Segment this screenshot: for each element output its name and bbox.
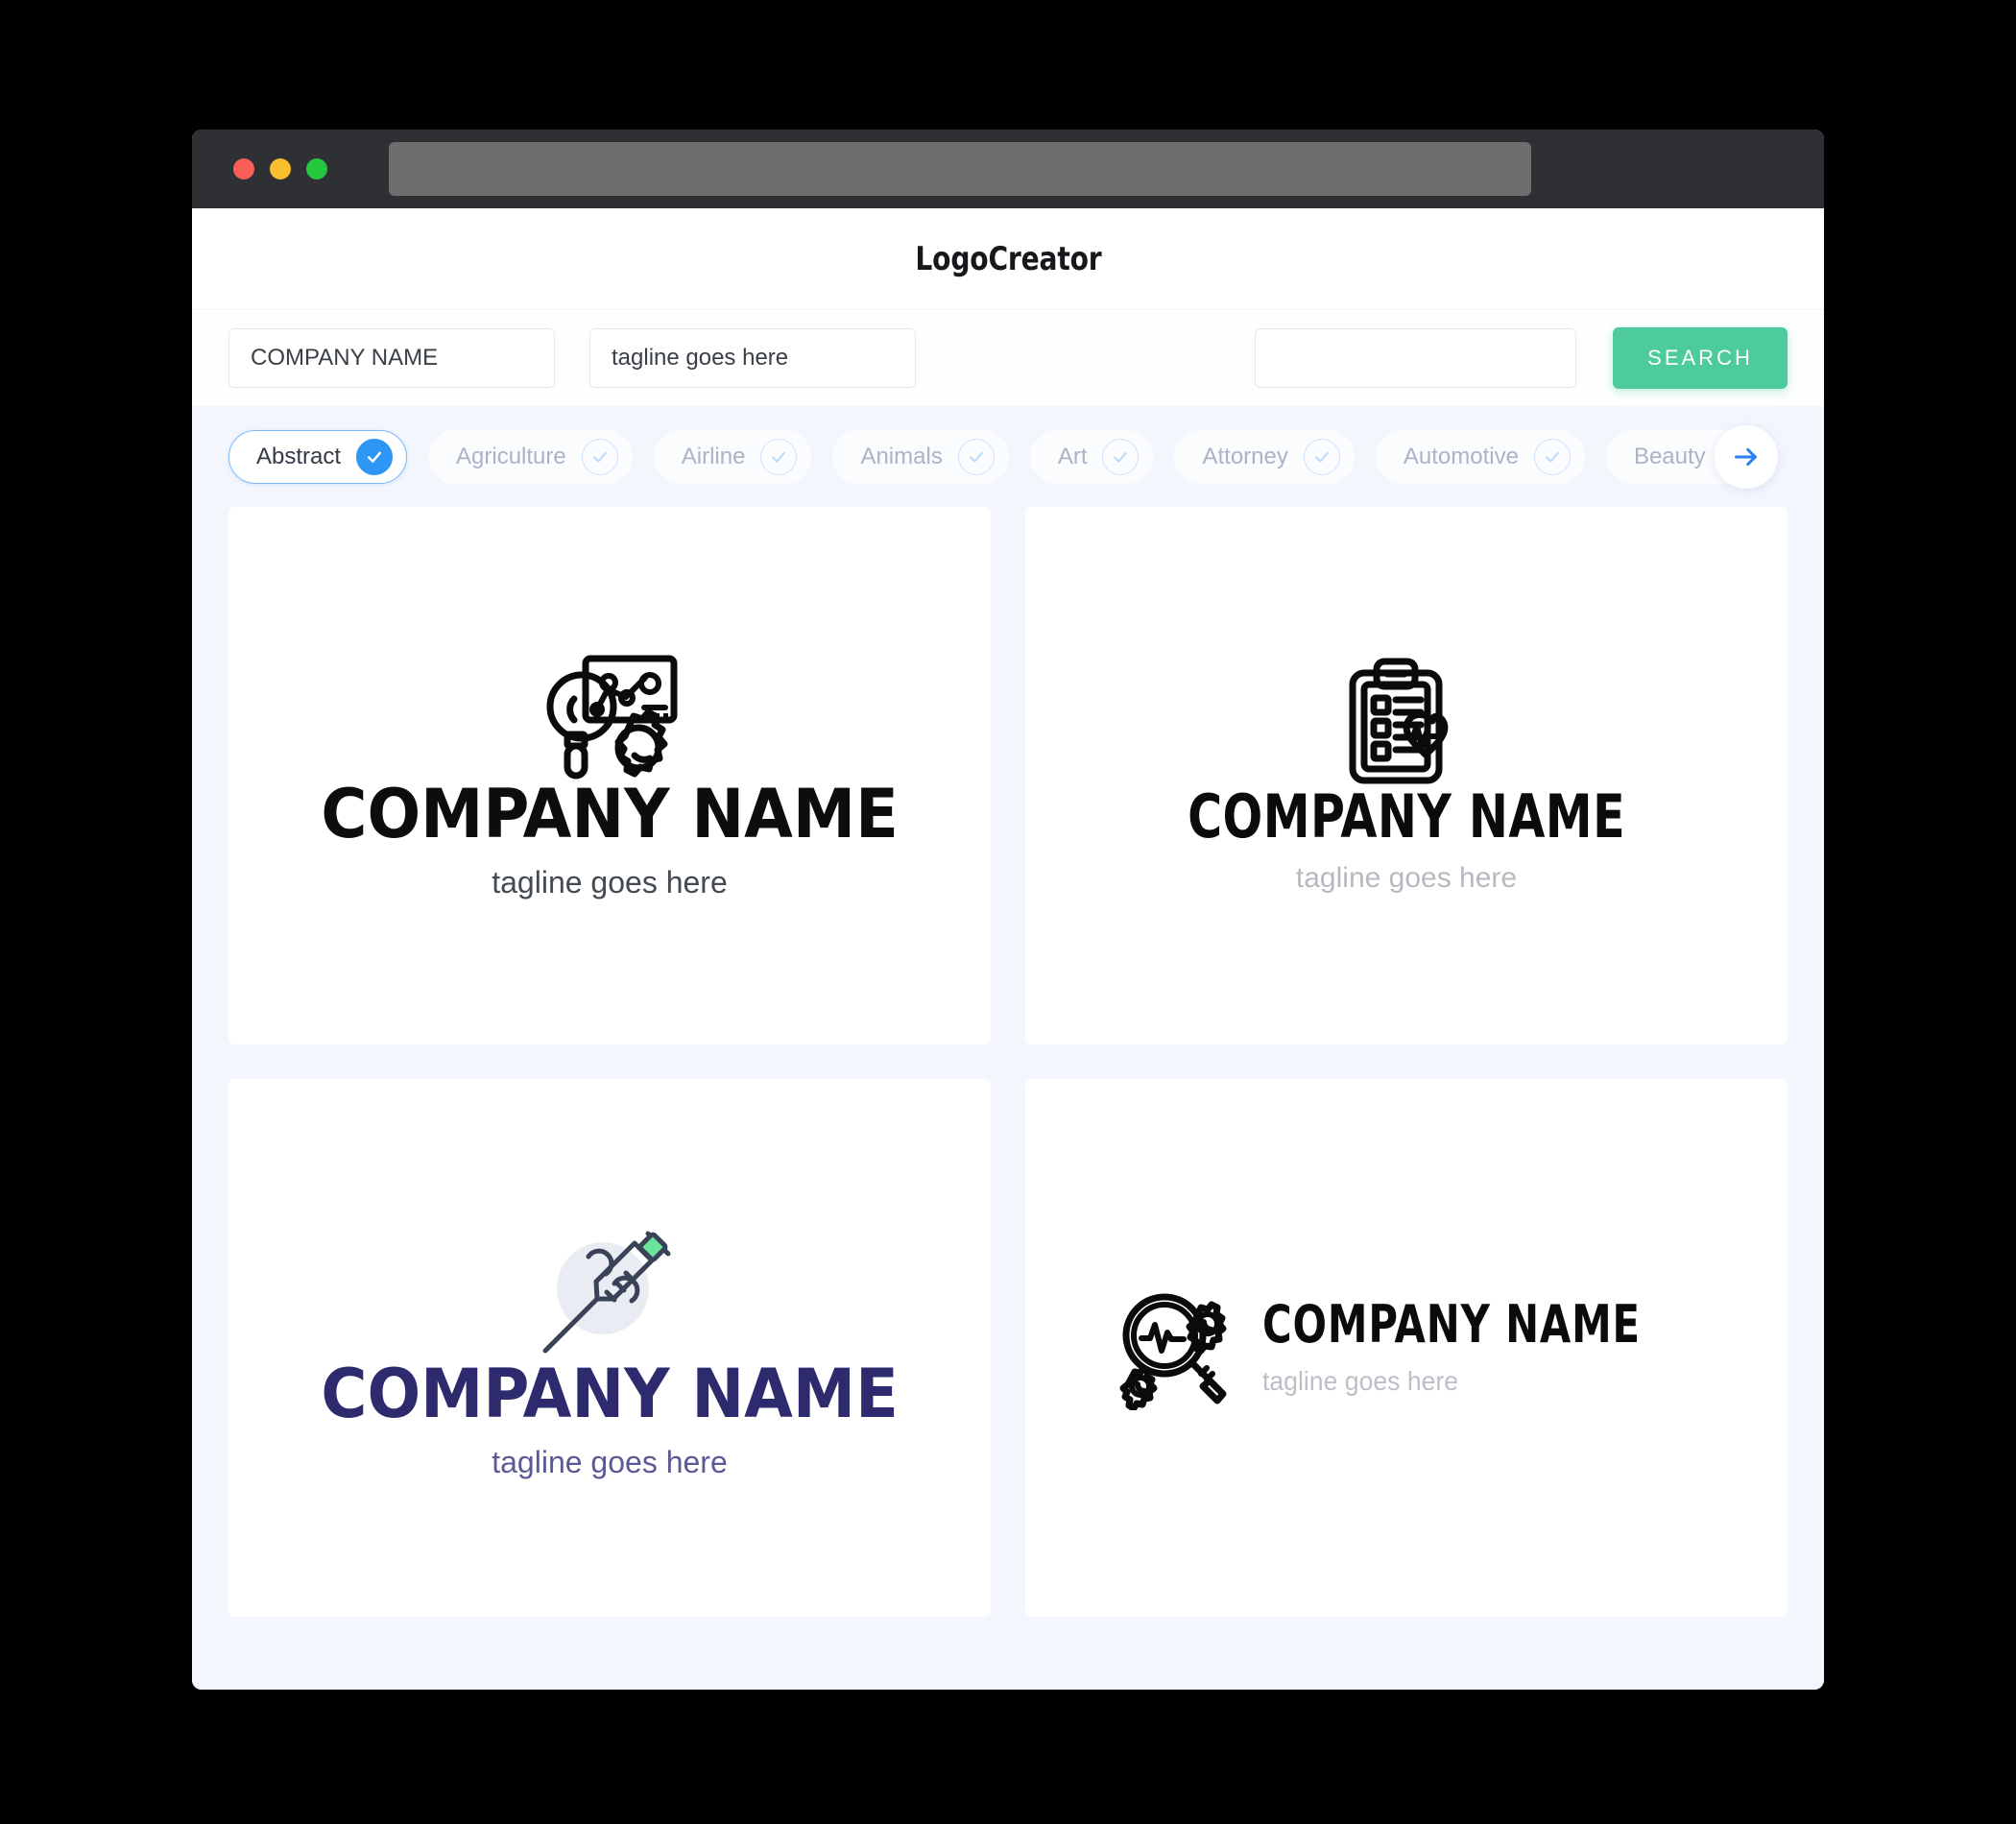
logo-tagline: tagline goes here [492,1444,728,1479]
logo-company-name: COMPANY NAME [1187,780,1625,852]
check-circle-icon [1533,438,1571,475]
logo-card[interactable]: COMPANY NAME tagline goes here [228,507,991,1044]
category-chip-animals[interactable]: Animals [832,429,1009,484]
search-button[interactable]: SEARCH [1613,327,1788,389]
category-chip-airline[interactable]: Airline [653,429,812,484]
logo-text-block: COMPANY NAME tagline goes here [1158,780,1655,895]
category-chip-label: Attorney [1202,443,1288,469]
logo-company-name: COMPANY NAME [321,775,899,853]
logo-text-block: COMPANY NAME tagline goes here [321,780,898,900]
url-bar-input[interactable] [389,142,1531,196]
logo-card[interactable]: COMPANY NAME tagline goes here [1025,507,1788,1044]
browser-titlebar [192,130,1824,208]
check-circle-icon [957,438,995,475]
category-filter-bar[interactable]: Abstract Agriculture Airline Animals Art [192,406,1824,507]
logo-card[interactable]: COMPANY NAME tagline goes here [228,1079,991,1617]
category-chip-label: Automotive [1403,443,1519,469]
arrow-right-icon [1734,447,1757,466]
syringe-icon [528,1216,691,1360]
search-bar: COMPANY NAME tagline goes here SEARCH [192,309,1824,406]
category-next-button[interactable] [1715,424,1778,489]
app-header: LogoCreator [192,208,1824,309]
maximize-window-button[interactable] [306,158,327,180]
logo-card[interactable]: COMPANY NAME tagline goes here [1025,1079,1788,1617]
close-window-button[interactable] [233,158,254,180]
check-circle-icon [1102,438,1140,475]
magnifier-chart-gear-icon [538,651,682,780]
logo-tagline: tagline goes here [1295,861,1518,894]
category-chip-label: Abstract [256,443,342,469]
category-chip-abstract[interactable]: Abstract [228,429,408,484]
category-chip-attorney[interactable]: Attorney [1174,429,1355,484]
logo-results-grid: COMPANY NAME tagline goes here COMPANY N… [192,507,1824,1690]
category-chip-automotive[interactable]: Automotive [1375,429,1585,484]
clipboard-heartbeat-icon [1344,658,1469,787]
check-circle-icon [760,438,798,475]
category-chip-label: Art [1057,443,1088,469]
logo-tagline: tagline goes here [1261,1366,1459,1396]
minimize-window-button[interactable] [270,158,291,180]
check-circle-icon [1303,438,1340,475]
keyword-input[interactable] [1255,328,1576,388]
category-chip-label: Airline [681,443,746,469]
traffic-lights [233,158,327,180]
logo-text-block: COMPANY NAME tagline goes here [321,1360,898,1480]
category-chip-label: Agriculture [456,443,566,469]
check-circle-icon [356,438,394,475]
company-name-input[interactable]: COMPANY NAME [228,328,555,388]
browser-window: LogoCreator COMPANY NAME tagline goes he… [192,130,1824,1690]
category-chip-label: Beauty [1633,443,1706,469]
logo-company-name: COMPANY NAME [321,1354,899,1433]
app-title: LogoCreator [914,239,1102,278]
category-chip-label: Animals [860,443,943,469]
logo-company-name: COMPANY NAME [1261,1294,1641,1355]
logo-tagline: tagline goes here [492,865,728,900]
magnifier-heartbeat-gears-icon [1111,1285,1236,1410]
logo-text-block: COMPANY NAME tagline goes here [1262,1299,1702,1397]
category-chip-art[interactable]: Art [1029,429,1154,484]
check-circle-icon [581,438,618,475]
tagline-input[interactable]: tagline goes here [589,328,916,388]
category-chip-agriculture[interactable]: Agriculture [428,429,633,484]
